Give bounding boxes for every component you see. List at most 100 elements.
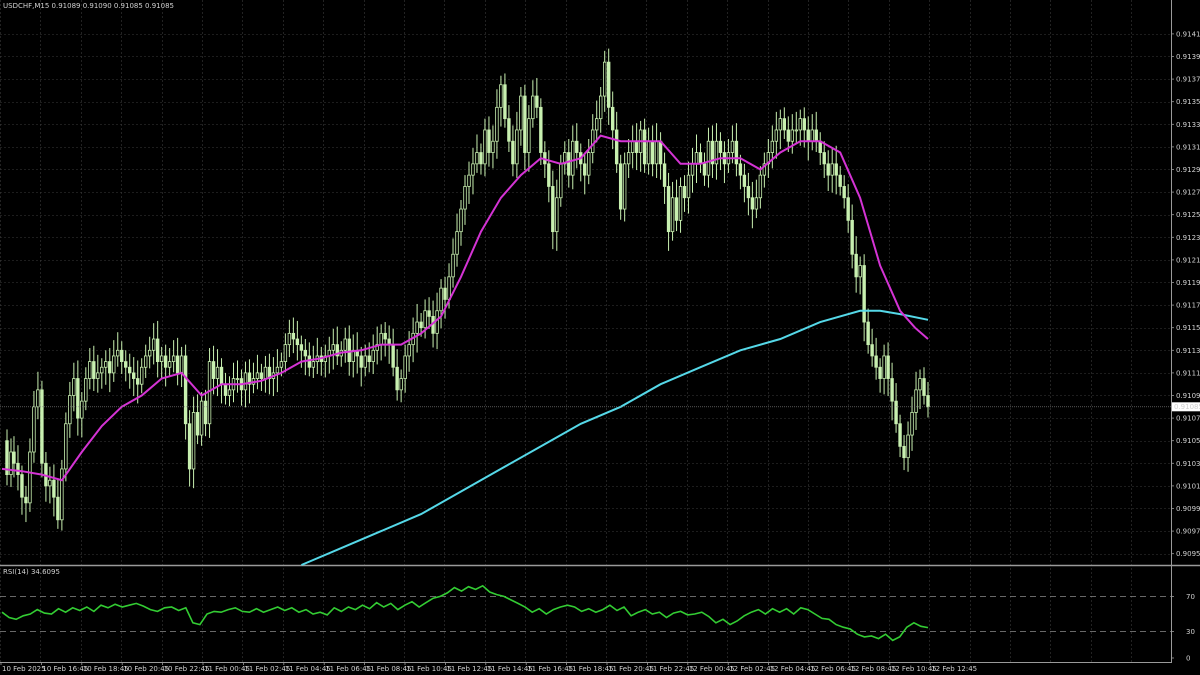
candle-body-up [499,84,503,108]
candle-body-up [439,287,443,312]
candle-body-down [136,378,140,385]
price-tick-label: 0.91175 [1176,302,1200,310]
candle-body-down [108,361,112,374]
candle-body-up [363,355,367,368]
symbol-info: USDCHF,M15 0.91089 0.91090 0.91085 0.910… [3,2,174,10]
candle-body-down [211,361,216,379]
price-tick-label: 0.91055 [1176,437,1200,445]
candle-body-up [495,106,499,142]
candle-body-up [455,231,459,255]
candle-body-up [104,361,108,368]
price-tick-label: 0.91355 [1176,98,1200,106]
candle-body-up [630,140,635,153]
candle-body-down [862,265,866,323]
candle-body-down [12,451,16,464]
candle-body-down [750,197,755,210]
candle-body-up [451,253,455,278]
candle-body-up [447,276,451,300]
candle-body-up [858,265,862,278]
time-tick-label: 10 Feb 16:45 [42,665,88,673]
time-tick-label: 12 Feb 06:45 [810,665,856,673]
candle-body-up [591,129,595,153]
candle-body-down [850,219,854,255]
price-tick-label: 0.91415 [1176,30,1200,38]
candle-body-down [567,152,571,176]
candle-body-up [311,361,316,368]
candle-body-down [806,129,810,142]
candle-body-down [874,355,878,368]
candle-body-down [367,355,371,363]
candle-body-up [151,338,156,351]
time-tick-label: 11 Feb 06:45 [325,665,371,673]
candle-body-down [20,474,24,498]
candle-body-down [926,395,930,408]
time-tick-label: 12 Feb 12:45 [931,665,977,673]
candle-body-down [618,163,623,210]
time-tick-label: 11 Feb 22:45 [648,665,694,673]
candle-body-down [291,332,296,340]
candle-body-down [511,140,515,165]
candle-body-up [706,140,711,176]
candle-body-down [419,321,423,329]
candle-body-down [128,366,132,374]
candle-body-up [882,355,886,379]
price-tick-label: 0.91275 [1176,189,1200,197]
candle-body-up [415,321,419,334]
candle-body-down [507,118,511,142]
candle-body-up [36,389,40,408]
candle-body-up [459,208,463,233]
candle-body-down [826,163,830,176]
candle-body-down [479,152,483,165]
candle-body-up [646,140,651,165]
candle-body-up [918,378,922,391]
candle-body-down [902,445,906,459]
price-tick-label: 0.91135 [1176,347,1200,355]
candle-body-down [52,479,56,498]
candle-body-down [814,129,818,142]
candle-body-down [219,366,224,385]
price-tick-label: 0.91215 [1176,256,1200,264]
price-tick-label: 0.90995 [1176,505,1200,513]
candle-body-down [395,366,399,391]
time-tick-label: 10 Feb 18:45 [83,665,129,673]
candle-body-up [622,163,627,210]
candle-body-up [191,412,196,470]
candle-body-up [371,349,375,362]
time-tick-label: 12 Feb 08:45 [850,665,896,673]
candle-body-up [794,129,798,132]
candle-body-down [878,366,882,379]
candle-body-down [187,423,192,470]
candle-body-down [303,349,308,357]
chart-canvas: 0.91415 0.91395 0.91375 0.91355 0.91335 0.913… [0,0,1200,675]
candle-body-down [818,140,822,153]
candle-body-up [179,355,184,374]
candle-body-down [718,140,723,153]
time-tick-label: 11 Feb 18:45 [568,665,614,673]
candle-body-down [738,163,743,176]
candle-body-down [163,355,168,368]
candle-body-up [112,355,116,374]
candle-body-up [275,366,280,374]
candle-body-up [423,310,427,329]
candle-body-up [463,186,467,210]
candle-body-down [698,152,703,165]
price-tick-label: 0.91235 [1176,234,1200,242]
candle-body-down [786,129,791,142]
candle-body-up [407,344,411,357]
candle-body-down [666,186,671,233]
candle-body-up [159,355,164,363]
candle-body-down [922,378,926,396]
candle-body-up [139,366,144,385]
candle-body-up [602,61,607,97]
candle-body-up [68,395,72,425]
price-tick-label: 0.90955 [1176,550,1200,558]
price-tick-label: 0.91115 [1176,369,1200,377]
candle-body-up [96,372,100,379]
price-tick-label: 0.91335 [1176,121,1200,129]
candle-body-up [147,349,152,357]
candle-body-up [555,197,559,233]
candle-body-up [379,332,383,346]
candle-body-up [207,361,212,425]
candle-body-down [547,163,551,187]
time-tick-label: 11 Feb 00:45 [204,665,250,673]
